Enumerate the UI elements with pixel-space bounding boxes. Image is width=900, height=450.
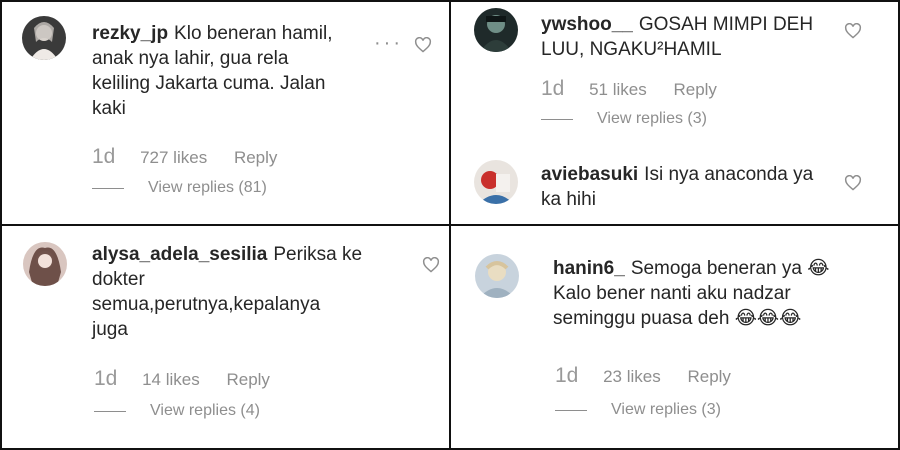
- comment-line: seminggu puasa deh 😂😂😂: [553, 308, 802, 329]
- avatar-image: [23, 242, 67, 286]
- replies-divider: [555, 409, 587, 411]
- heart-outline-icon[interactable]: [844, 23, 862, 39]
- avatar[interactable]: [475, 254, 519, 298]
- comment-username[interactable]: aviebasuki: [541, 164, 638, 185]
- avatar-image: [475, 254, 519, 298]
- replies-divider: [94, 410, 126, 412]
- comment-line: Semoga beneran ya 😂: [630, 258, 830, 279]
- avatar-image: [22, 16, 66, 60]
- comment-line: kaki: [92, 98, 126, 119]
- likes-count[interactable]: 14 likes: [142, 370, 200, 390]
- comment-line: anak nya lahir, gua rela: [92, 48, 289, 69]
- comment-meta: 1d 727 likes Reply: [92, 145, 277, 169]
- comment-line: LUU, NGAKU²HAMIL: [541, 39, 722, 60]
- reply-button[interactable]: Reply: [687, 367, 730, 387]
- comment-line: Periksa ke: [273, 244, 363, 265]
- avatar[interactable]: [474, 160, 518, 204]
- heart-outline-icon[interactable]: [422, 257, 440, 273]
- reply-button[interactable]: Reply: [226, 370, 269, 390]
- comment-panel-2: ywshoo__ GOSAH MIMPI DEH LUU, NGAKU²HAMIL…: [449, 0, 900, 226]
- comment-panel-4: hanin6_ Semoga beneran ya 😂 Kalo bener na…: [449, 224, 900, 450]
- comment-line: Isi nya anaconda ya: [644, 164, 814, 185]
- view-replies-label: View replies (4): [150, 402, 260, 419]
- reply-button[interactable]: Reply: [673, 80, 716, 100]
- view-replies-button[interactable]: View replies (3): [541, 110, 707, 128]
- avatar[interactable]: [23, 242, 67, 286]
- comment-line: Klo beneran hamil,: [174, 23, 333, 44]
- avatar-image: [474, 160, 518, 204]
- comment-line: juga: [92, 319, 128, 340]
- reply-button[interactable]: Reply: [234, 148, 277, 168]
- comment-text: aviebasuki Isi nya anaconda ya ka hihi: [541, 162, 841, 212]
- comment-text: hanin6_ Semoga beneran ya 😂 Kalo bener na…: [553, 256, 883, 331]
- comment-line: dokter: [92, 269, 145, 290]
- heart-outline-icon[interactable]: [844, 175, 862, 191]
- comment-line: semua,perutnya,kepalanya: [92, 294, 321, 315]
- comment-line: GOSAH MIMPI DEH: [638, 14, 814, 35]
- comment-text: rezky_jp Klo beneran hamil, anak nya lahi…: [92, 21, 382, 121]
- view-replies-label: View replies (3): [611, 401, 721, 418]
- comment-panel-1: rezky_jp Klo beneran hamil, anak nya lahi…: [0, 0, 451, 226]
- comment-time: 1d: [92, 145, 116, 168]
- comment-screenshot-collage: rezky_jp Klo beneran hamil, anak nya lahi…: [0, 0, 900, 450]
- comment-time: 1d: [94, 367, 118, 390]
- avatar[interactable]: [22, 16, 66, 60]
- view-replies-label: View replies (81): [148, 179, 267, 196]
- view-replies-button[interactable]: View replies (4): [94, 402, 260, 420]
- view-replies-button[interactable]: View replies (3): [555, 401, 721, 419]
- avatar[interactable]: [474, 8, 518, 52]
- view-replies-button[interactable]: View replies (81): [92, 179, 267, 197]
- replies-divider: [541, 118, 573, 120]
- likes-count[interactable]: 727 likes: [140, 148, 207, 168]
- likes-count[interactable]: 51 likes: [589, 80, 647, 100]
- comment-time: 1d: [555, 364, 579, 387]
- comment-meta: 1d 51 likes Reply: [541, 77, 717, 101]
- comment-username[interactable]: rezky_jp: [92, 23, 168, 44]
- heart-outline-icon[interactable]: [414, 37, 432, 53]
- comment-username[interactable]: alysa_adela_sesilia: [92, 244, 267, 265]
- comment-text: alysa_adela_sesilia Periksa ke dokter sem…: [92, 242, 397, 342]
- comment-text: ywshoo__ GOSAH MIMPI DEH LUU, NGAKU²HAMIL: [541, 12, 841, 62]
- replies-divider: [92, 187, 124, 189]
- comment-username[interactable]: hanin6_: [553, 258, 625, 279]
- avatar-image: [474, 8, 518, 52]
- comment-time: 1d: [541, 77, 565, 100]
- comment-panel-3: alysa_adela_sesilia Periksa ke dokter sem…: [0, 224, 451, 450]
- comment-line: ka hihi: [541, 189, 596, 210]
- view-replies-label: View replies (3): [597, 110, 707, 127]
- comment-meta: 1d 23 likes Reply: [555, 364, 731, 388]
- comment-line: Kalo bener nanti aku nadzar: [553, 283, 791, 304]
- comment-line: keliling Jakarta cuma. Jalan: [92, 73, 326, 94]
- more-options-icon[interactable]: ···: [374, 32, 403, 55]
- comment-username[interactable]: ywshoo__: [541, 14, 633, 35]
- likes-count[interactable]: 23 likes: [603, 367, 661, 387]
- comment-meta: 1d 14 likes Reply: [94, 367, 270, 391]
